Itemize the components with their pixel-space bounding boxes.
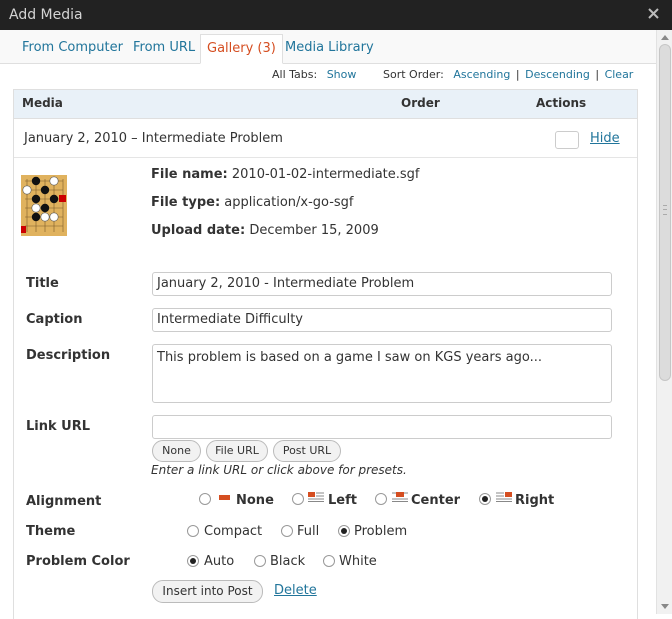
dialog-title: Add Media	[9, 7, 83, 23]
sort-clear-link[interactable]: Clear	[605, 68, 634, 81]
theme-label: Theme	[26, 524, 76, 539]
all-tabs-label: All Tabs:	[272, 68, 318, 81]
align-right-icon	[496, 492, 512, 502]
link-none-button[interactable]: None	[152, 440, 201, 462]
align-center-radio[interactable]	[375, 493, 387, 505]
caption-label: Caption	[26, 312, 83, 327]
delete-link[interactable]: Delete	[274, 583, 317, 598]
upload-date-label: Upload date:	[151, 223, 246, 238]
color-black-label[interactable]: Black	[270, 554, 305, 569]
link-help-text: Enter a link URL or click above for pres…	[151, 463, 407, 477]
theme-full-label[interactable]: Full	[297, 524, 319, 539]
vertical-scrollbar[interactable]	[656, 30, 672, 614]
description-label: Description	[26, 348, 111, 363]
align-left-label[interactable]: Left	[328, 493, 357, 508]
scroll-thumb[interactable]	[659, 44, 671, 381]
file-name-label: File name:	[151, 167, 228, 182]
hide-link[interactable]: Hide	[590, 131, 620, 146]
scroll-up-arrow-icon[interactable]	[661, 35, 669, 40]
sort-separator: |	[595, 68, 600, 81]
show-all-tabs-link[interactable]: Show	[327, 68, 357, 81]
theme-problem-radio[interactable]	[338, 525, 350, 537]
color-auto-label[interactable]: Auto	[204, 554, 234, 569]
alignment-label: Alignment	[26, 494, 102, 509]
sort-order-control: Sort Order: Ascending | Descending | Cle…	[383, 68, 633, 81]
align-center-label[interactable]: Center	[411, 493, 460, 508]
theme-problem-label[interactable]: Problem	[354, 524, 407, 539]
go-board-thumbnail	[21, 175, 67, 236]
col-media: Media	[22, 96, 63, 110]
align-right-label[interactable]: Right	[515, 493, 554, 508]
link-file-url-button[interactable]: File URL	[206, 440, 268, 462]
align-left-radio[interactable]	[292, 493, 304, 505]
caption-field[interactable]: Intermediate Difficulty	[152, 308, 612, 332]
upload-date-value: December 15, 2009	[249, 223, 379, 238]
col-actions: Actions	[536, 96, 587, 110]
media-item-title: January 2, 2010 – Intermediate Problem	[24, 131, 283, 146]
file-type-row: File type: application/x-go-sgf	[151, 195, 354, 210]
align-center-icon	[392, 492, 408, 502]
sort-ascending-link[interactable]: Ascending	[453, 68, 510, 81]
description-field[interactable]: This problem is based on a game I saw on…	[152, 344, 612, 403]
link-url-label: Link URL	[26, 419, 91, 434]
order-input[interactable]	[555, 131, 579, 149]
dialog-titlebar: Add Media	[0, 0, 672, 30]
align-none-icon	[219, 495, 230, 500]
media-table-header: Media Order Actions	[13, 89, 638, 119]
theme-compact-label[interactable]: Compact	[204, 524, 262, 539]
color-white-radio[interactable]	[323, 555, 335, 567]
all-tabs-control: All Tabs: Show	[272, 68, 356, 81]
upload-date-row: Upload date: December 15, 2009	[151, 223, 379, 238]
align-none-label[interactable]: None	[236, 493, 274, 508]
align-right-radio[interactable]	[479, 493, 491, 505]
col-order: Order	[401, 96, 440, 110]
media-tabs: From Computer From URL Gallery (3) Media…	[0, 30, 656, 64]
sort-descending-link[interactable]: Descending	[525, 68, 590, 81]
tab-from-computer[interactable]: From Computer	[22, 40, 123, 55]
file-type-value: application/x-go-sgf	[224, 195, 354, 210]
tab-media-library[interactable]: Media Library	[285, 40, 374, 55]
link-url-field[interactable]	[152, 415, 612, 439]
color-black-radio[interactable]	[254, 555, 266, 567]
scroll-grip-icon	[663, 205, 667, 215]
problem-color-label: Problem Color	[26, 554, 130, 569]
close-icon[interactable]	[648, 8, 659, 19]
theme-compact-radio[interactable]	[187, 525, 199, 537]
link-post-url-button[interactable]: Post URL	[273, 440, 341, 462]
tab-gallery[interactable]: Gallery (3)	[200, 34, 283, 64]
color-white-label[interactable]: White	[339, 554, 377, 569]
color-auto-radio[interactable]	[187, 555, 199, 567]
sort-separator: |	[515, 68, 520, 81]
align-none-radio[interactable]	[199, 493, 211, 505]
file-name-row: File name: 2010-01-02-intermediate.sgf	[151, 167, 420, 182]
tab-from-url[interactable]: From URL	[133, 40, 195, 55]
media-item-header: January 2, 2010 – Intermediate Problem H…	[14, 119, 637, 158]
title-label: Title	[26, 276, 59, 291]
scroll-down-arrow-icon[interactable]	[661, 604, 669, 609]
file-type-label: File type:	[151, 195, 221, 210]
file-name-value: 2010-01-02-intermediate.sgf	[231, 167, 420, 182]
align-left-icon	[308, 492, 324, 502]
insert-into-post-button[interactable]: Insert into Post	[152, 580, 263, 603]
sort-order-label: Sort Order:	[383, 68, 444, 81]
title-field[interactable]: January 2, 2010 - Intermediate Problem	[152, 272, 612, 296]
theme-full-radio[interactable]	[281, 525, 293, 537]
